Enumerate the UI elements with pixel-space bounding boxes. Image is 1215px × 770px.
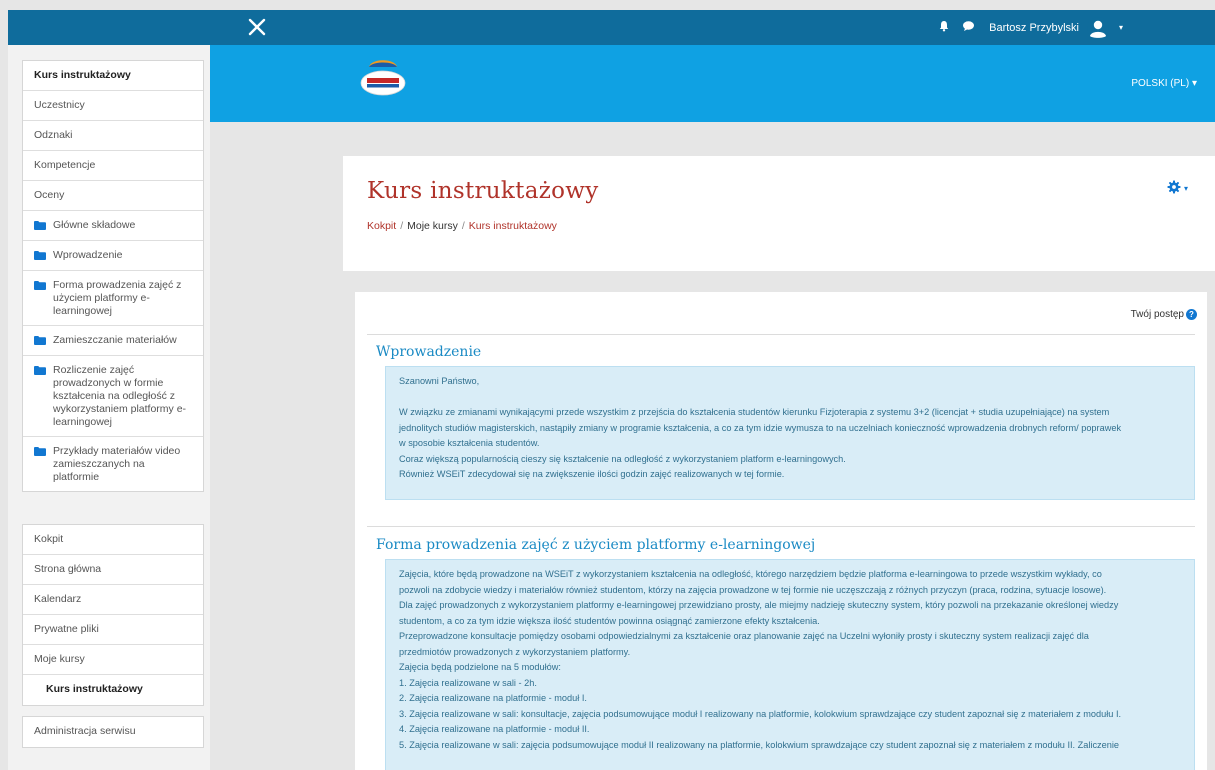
sidebar-item-przyklady-materialow-video-zamieszczanyc[interactable]: Przykłady materiałów video zamieszczanyc… xyxy=(23,437,203,491)
sidebar-item-kurs-instruktazowy[interactable]: Kurs instruktażowy xyxy=(23,61,203,91)
user-menu-caret-icon[interactable]: ▾ xyxy=(1119,23,1123,32)
summary-text-line: W związku ze zmianami wynikającymi przed… xyxy=(399,407,1110,417)
breadcrumb-dashboard-link[interactable]: Kokpit xyxy=(367,220,396,232)
sidebar-item-prywatne-pliki[interactable]: Prywatne pliki xyxy=(23,615,203,645)
section-summary-wprowadzenie: Szanowni Państwo, W związku ze zmianami w… xyxy=(385,366,1195,500)
progress-label: Twój postęp xyxy=(1130,309,1184,320)
breadcrumb-current-course[interactable]: Kurs instruktażowy xyxy=(469,220,557,232)
section-title-wprowadzenie[interactable]: Wprowadzenie xyxy=(376,344,481,360)
summary-text-line: studentom, a co za tym idzie większa ilo… xyxy=(399,615,820,626)
summary-text-line: Coraz większą popularnością cieszy się k… xyxy=(399,453,846,464)
language-menu[interactable]: POLSKI (PL) ▾ xyxy=(1131,78,1197,89)
summary-text-line: 5. Zajęcia realizowane w sali: zajęcia p… xyxy=(399,739,1120,750)
admin-navigation: Administracja serwisu xyxy=(22,716,204,748)
sidebar-item-forma-prowadzenia-zajec-z-uzyciem-platfo[interactable]: Forma prowadzenia zajęć z użyciem platfo… xyxy=(23,271,203,326)
divider xyxy=(367,334,1195,335)
sidebar-item-label: Kurs instruktażowy xyxy=(34,69,131,81)
summary-text-line: 2. Zajęcia realizowane na platformie - m… xyxy=(399,693,587,703)
folder-icon xyxy=(34,281,46,290)
user-avatar-icon[interactable] xyxy=(1086,16,1109,39)
summary-text-line: Dla zajęć prowadzonych z wykorzystaniem … xyxy=(399,600,1119,610)
page-title: Kurs instruktażowy xyxy=(367,178,599,204)
summary-text-line: Zajęcia, które będą prowadzone na WSEiT … xyxy=(399,569,1102,579)
sidebar-item-odznaki[interactable]: Odznaki xyxy=(23,121,203,151)
sidebar-item-kalendarz[interactable]: Kalendarz xyxy=(23,585,203,615)
sidebar-item-glowne-skladowe[interactable]: Główne składowe xyxy=(23,211,203,241)
course-navigation: Kurs instruktażowy Uczestnicy Odznaki Kompe… xyxy=(22,60,204,492)
messages-chat-icon[interactable] xyxy=(962,20,975,35)
summary-text-line: w sposobie kształcenia studentów. xyxy=(399,438,540,448)
sidebar-item-uczestnicy[interactable]: Uczestnicy xyxy=(23,91,203,121)
sidebar-item-label: Kokpit xyxy=(34,533,64,545)
breadcrumb: Kokpit / Moje kursy / Kurs instruktażowy xyxy=(367,220,557,232)
breadcrumb-separator: / xyxy=(400,220,404,232)
summary-text-line: Również WSEiT zdecydował się na zwiększe… xyxy=(399,469,785,479)
summary-text-line: jednolitych studiów magisterskich, nastą… xyxy=(399,422,1122,433)
sidebar-item-label: Kalendarz xyxy=(34,593,82,605)
sidebar-item-kokpit[interactable]: Kokpit xyxy=(23,525,203,555)
summary-text-line: 3. Zajęcia realizowane w sali: konsultac… xyxy=(399,708,1122,719)
sidebar-item-label: Strona główna xyxy=(34,563,102,575)
wseit-logo[interactable] xyxy=(357,53,409,97)
section-summary-forma-prowadzenia: Zajęcia, które będą prowadzone na WSEiT … xyxy=(385,559,1195,770)
summary-text-line: pozwoli na zdobycie wiedzy i materiałów … xyxy=(399,584,1107,595)
chevron-down-icon: ▾ xyxy=(1184,183,1189,193)
sidebar-item-rozliczenie-zajec-prowadzonych-w-formie-[interactable]: Rozliczenie zajęć prowadzonych w formie … xyxy=(23,356,203,437)
close-drawer-icon[interactable] xyxy=(244,14,270,40)
sidebar-item-label: Kurs instruktażowy xyxy=(46,683,143,695)
sidebar-item-label: Główne składowe xyxy=(53,219,136,231)
course-content: Twój postęp ? Wprowadzenie Szanowni Pańs… xyxy=(355,292,1207,770)
sidebar-item-zamieszczanie-materialow[interactable]: Zamieszczanie materiałów xyxy=(23,326,203,356)
sidebar-item-kurs-instruktazowy[interactable]: Kurs instruktażowy xyxy=(23,675,203,705)
gear-icon xyxy=(1167,180,1181,197)
user-name[interactable]: Bartosz Przybylski xyxy=(989,22,1079,34)
sidebar-item-wprowadzenie[interactable]: Wprowadzenie xyxy=(23,241,203,271)
page-header: Kurs instruktażowy Kokpit / Moje kursy / Kur… xyxy=(343,156,1215,271)
sidebar-item-label: Rozliczenie zajęć prowadzonych w formie … xyxy=(53,364,187,428)
summary-text-line: 4. Zajęcia realizowane na platformie - m… xyxy=(399,724,590,734)
breadcrumb-separator: / xyxy=(461,220,465,232)
summary-text-line: 1. Zajęcia realizowane w sali - 2h. xyxy=(399,677,537,688)
sidebar-item-label: Uczestnicy xyxy=(34,99,85,111)
sidebar-item-label: Odznaki xyxy=(34,129,73,141)
summary-text-line: Przeprowadzone konsultacje pomiędzy osob… xyxy=(399,631,1089,641)
sidebar-item-label: Prywatne pliki xyxy=(34,623,99,635)
sidebar-item-administracja-serwisu[interactable]: Administracja serwisu xyxy=(23,717,203,747)
sidebar-item-oceny[interactable]: Oceny xyxy=(23,181,203,211)
user-menu-area: Bartosz Przybylski ▾ xyxy=(938,10,1123,45)
sidebar-item-label: Przykłady materiałów video zamieszczanyc… xyxy=(53,445,181,483)
notifications-bell-icon[interactable] xyxy=(938,20,950,35)
header-banner: POLSKI (PL) ▾ xyxy=(210,45,1215,122)
divider xyxy=(367,526,1195,527)
course-settings-menu[interactable]: ▾ xyxy=(1167,180,1191,197)
sidebar-item-label: Administracja serwisu xyxy=(34,725,136,737)
sidebar-item-label: Wprowadzenie xyxy=(53,249,123,261)
site-navigation: Kokpit Strona główna Kalendarz Prywatne pli… xyxy=(22,524,204,706)
folder-icon xyxy=(34,366,46,375)
sidebar-item-kompetencje[interactable]: Kompetencje xyxy=(23,151,203,181)
sidebar-item-label: Oceny xyxy=(34,189,65,201)
top-navbar: Bartosz Przybylski ▾ xyxy=(8,10,1215,45)
sidebar-item-label: Zamieszczanie materiałów xyxy=(53,334,177,346)
sidebar-drawer: Kurs instruktażowy Uczestnicy Odznaki Kompe… xyxy=(8,45,210,770)
help-icon[interactable]: ? xyxy=(1186,309,1197,320)
section-title-forma-prowadzenia[interactable]: Forma prowadzenia zajęć z użyciem platfo… xyxy=(376,537,815,553)
sidebar-item-label: Moje kursy xyxy=(34,653,85,665)
folder-icon xyxy=(34,251,46,260)
sidebar-item-strona-glowna[interactable]: Strona główna xyxy=(23,555,203,585)
summary-text-line: przedmiotów prowadzonych z wykorzystanie… xyxy=(399,646,631,657)
sidebar-item-label: Kompetencje xyxy=(34,159,96,171)
course-progress: Twój postęp ? xyxy=(1131,309,1197,320)
sidebar-item-moje-kursy[interactable]: Moje kursy xyxy=(23,645,203,675)
summary-text-line: Szanowni Państwo, xyxy=(399,376,480,386)
breadcrumb-my-courses[interactable]: Moje kursy xyxy=(407,220,458,232)
folder-icon xyxy=(34,221,46,230)
sidebar-item-label: Forma prowadzenia zajęć z użyciem platfo… xyxy=(53,279,182,317)
folder-icon xyxy=(34,336,46,345)
folder-icon xyxy=(34,447,46,456)
summary-text-line: Zajęcia będą podzielone na 5 modułów: xyxy=(399,662,561,672)
